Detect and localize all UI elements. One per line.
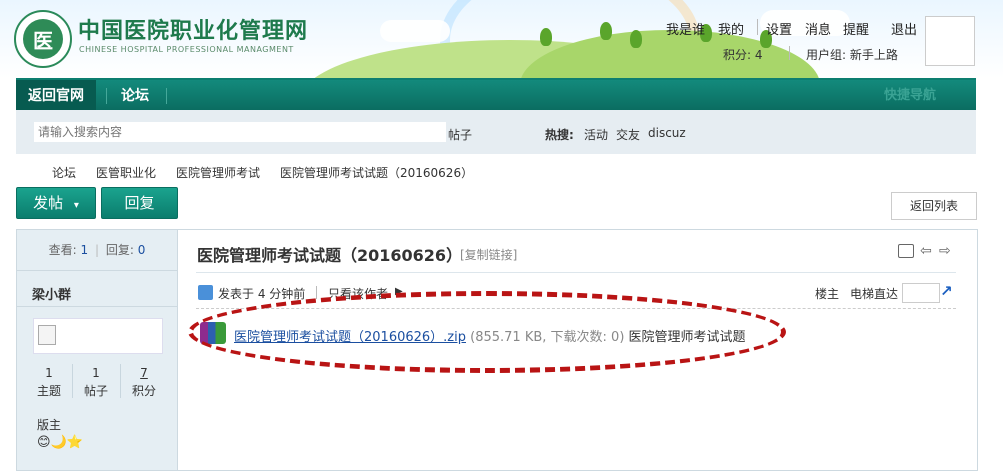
author-rank: 版主 [37,418,62,432]
nav-divider [106,88,107,104]
meta-divider [316,286,317,299]
quick-nav-button[interactable]: 快捷导航 [884,80,936,112]
copy-link-button[interactable]: [复制链接] [460,246,517,263]
meta-divider [789,46,790,60]
posted-time: 发表于 4 分钟前 [218,287,306,301]
reply-button[interactable]: 回复 [101,187,178,219]
tree-decoration [540,28,552,46]
stat-divider [72,364,73,398]
thread-title: 医院管理师考试试题（20160626） [197,246,463,265]
author-name[interactable]: 梁小群 [32,284,71,303]
author-stat-threads[interactable]: 1 主题 [29,364,69,400]
views-label: 查看: [48,243,77,257]
author-stat-label: 主题 [36,384,61,398]
star-icon: ⭐ [66,435,83,450]
rank-icons: 😊🌙⭐ [37,435,83,450]
breadcrumb-board[interactable]: 医院管理师考试 [176,164,260,181]
stat-divider [120,364,121,398]
top-link-whoami[interactable]: 我是谁 [666,19,705,38]
annotation-highlight-ellipse [188,291,786,373]
top-link-mine[interactable]: 我的 [718,19,744,38]
tree-decoration [630,30,642,48]
replies-count: 0 [137,243,146,257]
nav-item-official-site[interactable]: 返回官网 [16,80,96,112]
top-link-divider [757,19,758,35]
broken-image-icon [38,325,56,345]
author-stat-posts[interactable]: 1 帖子 [76,364,116,400]
caduceus-icon: 医 [23,19,63,59]
hot-term-friends[interactable]: 交友 [616,126,640,143]
cloud-decoration [380,20,450,42]
thread-stats: 查看: 1 | 回复: 0 [17,230,177,271]
prev-thread-icon[interactable]: ⇦ [920,243,932,259]
top-link-logout[interactable]: 退出 [891,19,917,38]
top-link-messages[interactable]: 消息 [805,19,831,38]
hot-term-activity[interactable]: 活动 [584,126,608,143]
breadcrumb-category[interactable]: 医管职业化 [96,164,156,181]
author-avatar[interactable] [33,318,163,354]
author-stat-label: 帖子 [83,384,108,398]
tree-decoration [600,22,612,40]
new-post-button[interactable]: 发帖 ▾ [16,187,96,219]
breadcrumb-thread[interactable]: 医院管理师考试试题（20160626） [280,164,473,181]
nav-item-forum[interactable]: 论坛 [121,80,149,112]
author-stat-value: 1 [92,366,100,380]
top-link-settings[interactable]: 设置 [766,19,792,38]
floor-label: 楼主 [815,287,840,301]
next-thread-icon[interactable]: ⇨ [939,243,951,259]
nav-divider [166,88,167,104]
hot-search-label: 热搜: [545,128,574,142]
floor-jump-input[interactable] [902,283,940,303]
sidebar-divider [17,306,177,307]
site-title[interactable]: 中国医院职业化管理网 [78,13,308,45]
print-icon[interactable] [898,244,914,258]
title-divider [196,272,956,273]
views-count: 1 [80,243,89,257]
jump-label: 电梯直达 [850,287,899,301]
chevron-down-icon: ▾ [73,200,79,211]
smile-icon: 😊 [37,435,51,450]
replies-label: 回复: [105,243,134,257]
main-nav: 返回官网 论坛 快捷导航 [16,78,976,112]
top-link-reminders[interactable]: 提醒 [843,19,869,38]
author-stat-value: 1 [45,366,53,380]
search-type-select[interactable]: 帖子 [448,126,472,143]
user-group[interactable]: 用户组: 新手上路 [806,46,898,63]
user-points[interactable]: 积分: 4 [723,46,763,63]
site-logo[interactable]: 医 [14,10,72,68]
search-input[interactable] [34,122,446,142]
moon-icon: 🌙 [50,435,67,450]
online-user-icon [198,285,213,300]
back-to-list-button[interactable]: 返回列表 [891,192,977,220]
author-stat-label: 积分 [131,384,156,398]
go-arrow-icon[interactable]: ↗ [940,282,953,300]
header-avatar[interactable] [925,16,975,66]
author-stat-points[interactable]: 7 积分 [124,364,164,400]
site-subtitle: CHINESE HOSPITAL PROFESSIONAL MANAGMENT [79,45,294,54]
breadcrumb-forum[interactable]: 论坛 [52,164,76,181]
hot-term-discuz[interactable]: discuz [648,126,686,140]
author-stat-value: 7 [140,366,148,380]
home-icon[interactable] [20,164,34,178]
new-post-label: 发帖 [33,194,64,212]
